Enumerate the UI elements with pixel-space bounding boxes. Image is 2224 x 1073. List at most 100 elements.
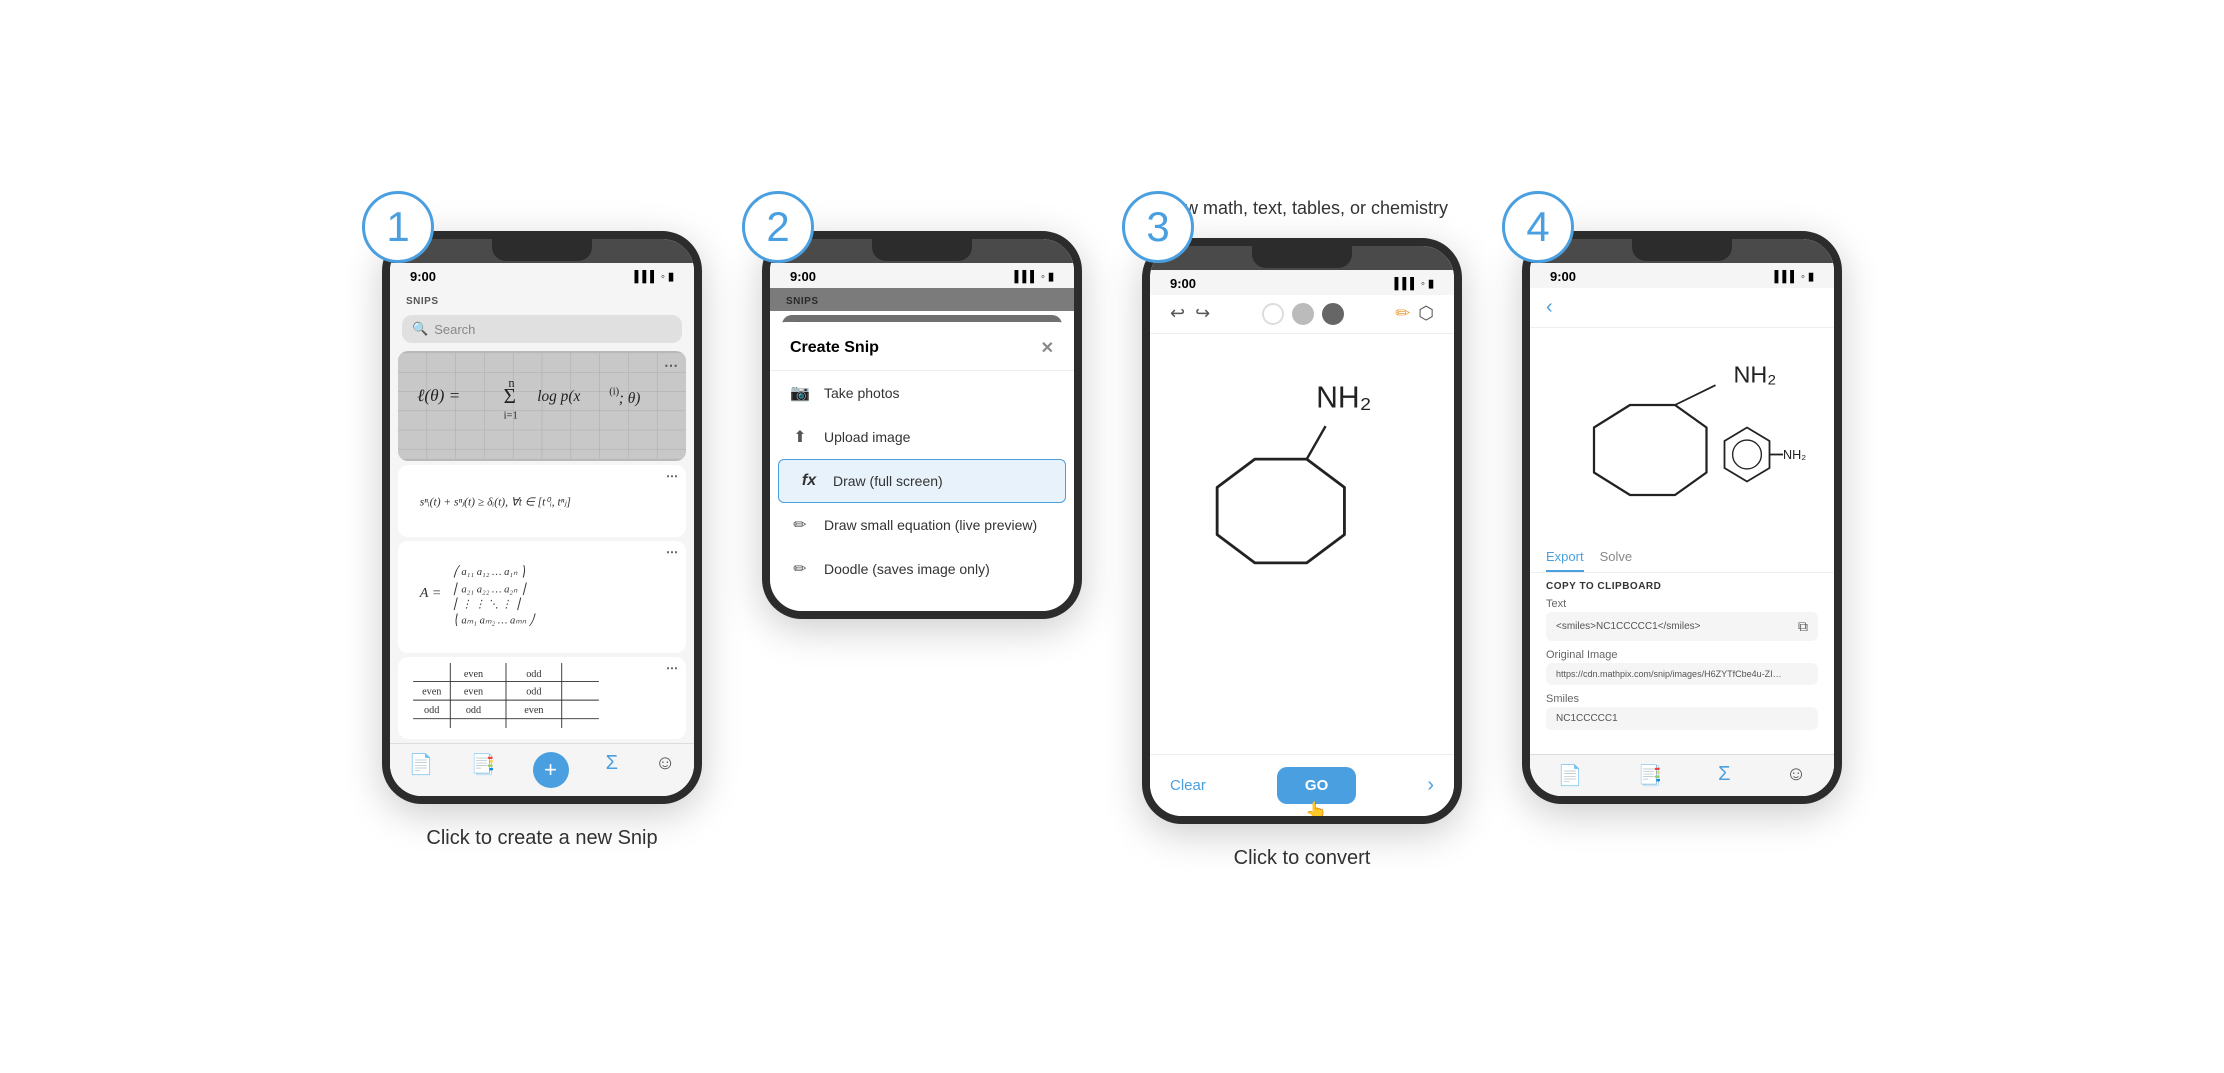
upload-image-label: Upload image <box>824 429 910 445</box>
nav-sigma-icon-4[interactable]: Σ <box>1718 763 1730 788</box>
snip-4-menu[interactable]: ⋯ <box>666 661 678 675</box>
color-dark[interactable] <box>1322 303 1344 325</box>
doodle-icon: ✏ <box>790 559 810 579</box>
nav-pdf-icon[interactable]: 📑 <box>471 752 496 788</box>
drawing-area[interactable]: NH₂ <box>1150 334 1454 754</box>
svg-text:odd: odd <box>466 706 481 717</box>
original-image-value[interactable]: https://cdn.mathpix.com/snip/images/H6ZY… <box>1546 663 1818 685</box>
svg-text:odd: odd <box>424 706 439 717</box>
results-header: ‹ <box>1530 288 1834 328</box>
original-image-label: Original Image <box>1546 649 1818 661</box>
snip-2-menu[interactable]: ⋯ <box>666 469 678 483</box>
search-bar-1[interactable]: 🔍 Search <box>402 315 682 343</box>
step-1-caption: Click to create a new Snip <box>426 824 657 852</box>
snip-2-math: sⁿᵢ(t) + sⁿⱼ(t) ≥ δᵢ(t), ∀t ∈ [t⁰ᵢ, tⁿⱼ] <box>408 473 676 529</box>
snip-card-3[interactable]: ⋯ A = ⎛ a₁₁ a₁₂ … a₁ₙ ⎞ ⎜ a₂₁ a₂₂ … a₂ₙ … <box>398 541 686 653</box>
step-3-description: Draw math, text, tables, or chemistry <box>1156 196 1448 221</box>
status-icons-1: ▌▌▌ ◦ ▮ <box>635 270 674 283</box>
color-gray[interactable] <box>1292 303 1314 325</box>
nav-face-icon-4[interactable]: ☺ <box>1786 763 1806 788</box>
copy-text-icon[interactable]: ⧉ <box>1798 618 1808 635</box>
svg-text:⎜ a₂₁ a₂₂ … a₂ₙ ⎟: ⎜ a₂₁ a₂₂ … a₂ₙ ⎟ <box>453 583 527 596</box>
nav-face-icon[interactable]: ☺ <box>655 752 675 788</box>
export-tab[interactable]: Export <box>1546 549 1584 572</box>
smiles-row: Smiles NC1CCCCC1 <box>1546 693 1818 730</box>
color-palette <box>1262 303 1344 325</box>
svg-text:ℓ(θ) =: ℓ(θ) = <box>417 387 460 406</box>
snip-1-menu[interactable]: ⋯ <box>664 357 678 374</box>
pen-icon[interactable]: ✏ <box>1395 303 1410 324</box>
step-1-number: 1 <box>362 191 434 263</box>
take-photos-item[interactable]: 📷 Take photos <box>770 371 1074 415</box>
result-images: NH₂ NH₂ <box>1530 328 1834 541</box>
doodle-item[interactable]: ✏ Doodle (saves image only) <box>770 547 1074 591</box>
snip-3-math: A = ⎛ a₁₁ a₁₂ … a₁ₙ ⎞ ⎜ a₂₁ a₂₂ … a₂ₙ ⎟ … <box>408 549 676 645</box>
draw-small-icon: ✏ <box>790 515 810 535</box>
drawing-canvas: ↩ ↪ ✏ ⬡ <box>1150 295 1454 816</box>
snip-card-4[interactable]: ⋯ even odd even even odd odd <box>398 657 686 739</box>
undo-icon[interactable]: ↩ <box>1170 303 1185 324</box>
text-copy-value[interactable]: <smiles>NC1CCCCC1</smiles> ⧉ <box>1546 612 1818 641</box>
time-3: 9:00 <box>1170 276 1196 291</box>
time-1: 9:00 <box>410 269 436 284</box>
snip-card-1[interactable]: ℓ(θ) = n Σ i=1 log p(x (i) ; θ) ⋯ <box>398 351 686 461</box>
smiles-label: Smiles <box>1546 693 1818 705</box>
take-photos-label: Take photos <box>824 385 900 401</box>
text-copy-row: Text <smiles>NC1CCCCC1</smiles> ⧉ <box>1546 598 1818 641</box>
phone-2: 9:00 ▌▌▌ ◦ ▮ SNIPS 🔍 Search <box>762 231 1082 619</box>
svg-text:; θ): ; θ) <box>619 391 641 408</box>
drawing-bottom: Clear GO 👆 › <box>1150 754 1454 816</box>
upload-image-item[interactable]: ⬆ Upload image <box>770 415 1074 459</box>
snip-card-2[interactable]: ⋯ sⁿᵢ(t) + sⁿⱼ(t) ≥ δᵢ(t), ∀t ∈ [t⁰ᵢ, tⁿ… <box>398 465 686 537</box>
solve-tab[interactable]: Solve <box>1600 549 1633 572</box>
step-4-number: 4 <box>1502 191 1574 263</box>
copy-title: COPY TO CLIPBOARD <box>1546 581 1818 592</box>
draw-small-item[interactable]: ✏ Draw small equation (live preview) <box>770 503 1074 547</box>
step-2-container: 2 9:00 ▌▌▌ ◦ ▮ SNIPS 🔍 Search <box>762 201 1082 619</box>
draw-fullscreen-item[interactable]: fx Draw (full screen) <box>778 459 1066 503</box>
nav-sigma-icon[interactable]: Σ <box>606 752 618 788</box>
status-bar-2: 9:00 ▌▌▌ ◦ ▮ <box>770 263 1074 288</box>
back-button[interactable]: ‹ <box>1546 296 1553 319</box>
original-image-row: Original Image https://cdn.mathpix.com/s… <box>1546 649 1818 685</box>
snip-3-menu[interactable]: ⋯ <box>666 545 678 559</box>
add-snip-button[interactable]: + <box>533 752 569 788</box>
step-1-container: 1 9:00 ▌▌▌ ◦ ▮ SNIPS 🔍 Search <box>382 201 702 852</box>
color-white[interactable] <box>1262 303 1284 325</box>
result-tabs: Export Solve <box>1530 541 1834 573</box>
smiles-value[interactable]: NC1CCCCC1 <box>1546 707 1818 730</box>
svg-text:odd: odd <box>526 687 541 698</box>
draw-fullscreen-icon: fx <box>799 472 819 490</box>
svg-text:⎛ a₁₁ a₁₂ … a₁ₙ ⎞: ⎛ a₁₁ a₁₂ … a₁ₙ ⎞ <box>453 564 526 578</box>
clear-button[interactable]: Clear <box>1170 777 1206 794</box>
modal-title-2: Create Snip ✕ <box>770 338 1074 371</box>
svg-text:NH₂: NH₂ <box>1316 381 1371 414</box>
nav-doc-icon-4[interactable]: 📄 <box>1558 763 1583 788</box>
step-2-number: 2 <box>742 191 814 263</box>
upload-icon: ⬆ <box>790 427 810 447</box>
status-icons-4: ▌▌▌ ◦ ▮ <box>1775 270 1814 283</box>
status-icons-3: ▌▌▌ ◦ ▮ <box>1395 277 1434 290</box>
redo-icon[interactable]: ↪ <box>1195 303 1210 324</box>
main-container: 1 9:00 ▌▌▌ ◦ ▮ SNIPS 🔍 Search <box>0 161 2224 911</box>
copy-section: COPY TO CLIPBOARD Text <smiles>NC1CCCCC1… <box>1530 573 1834 746</box>
svg-text:even: even <box>464 687 483 698</box>
nav-pdf-icon-4[interactable]: 📑 <box>1638 763 1663 788</box>
search-text-1: Search <box>434 322 475 337</box>
next-button[interactable]: › <box>1427 774 1434 797</box>
svg-text:Σ: Σ <box>504 385 516 409</box>
svg-text:⎜ ⋮ ⋮ ⋱ ⋮ ⎟: ⎜ ⋮ ⋮ ⋱ ⋮ ⎟ <box>453 598 521 611</box>
svg-text:i=1: i=1 <box>504 411 518 422</box>
snips-header-2-bg: SNIPS <box>770 288 1074 311</box>
modal-close-button[interactable]: ✕ <box>1041 338 1054 358</box>
step-3-container: 3 Draw math, text, tables, or chemistry … <box>1142 201 1462 871</box>
doodle-label: Doodle (saves image only) <box>824 561 990 577</box>
svg-text:even: even <box>464 669 483 680</box>
nav-doc-icon[interactable]: 📄 <box>409 752 434 788</box>
go-button[interactable]: GO <box>1277 767 1356 804</box>
eraser-icon[interactable]: ⬡ <box>1418 303 1434 324</box>
svg-text:even: even <box>524 706 543 717</box>
step-4-container: 4 9:00 ▌▌▌ ◦ ▮ ‹ NH₂ <box>1522 201 1842 804</box>
svg-text:log p(x: log p(x <box>537 389 580 406</box>
bottom-nav-1: 📄 📑 + Σ ☺ <box>390 743 694 796</box>
